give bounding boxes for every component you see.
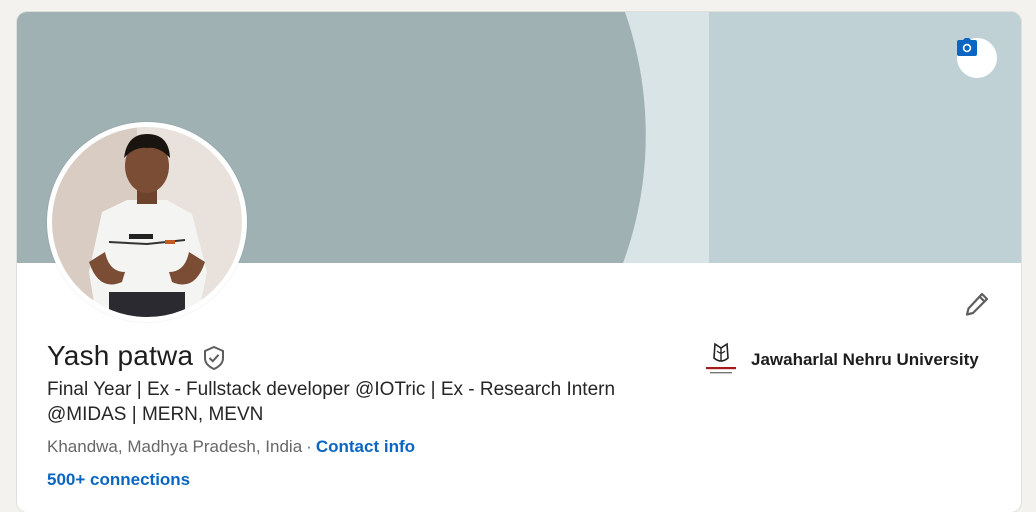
jnu-logo (701, 340, 741, 380)
edit-intro-button[interactable] (957, 284, 997, 324)
location-row: Khandwa, Madhya Pradesh, India · Contact i… (47, 437, 415, 457)
name-row: Yash patwa (47, 340, 226, 372)
shield-check-icon[interactable] (202, 345, 226, 371)
profile-headline: Final Year | Ex - Fullstack developer @I… (47, 379, 616, 425)
education-entry[interactable]: Jawaharlal Nehru University (701, 340, 979, 380)
profile-photo[interactable] (47, 122, 247, 322)
profile-location: Khandwa, Madhya Pradesh, India (47, 437, 303, 456)
edit-banner-button[interactable] (957, 38, 997, 78)
pencil-icon (964, 291, 990, 317)
connections-link[interactable]: 500+ connections (47, 470, 190, 490)
location-separator: · (306, 437, 312, 456)
profile-name: Yash patwa (47, 340, 194, 371)
contact-info-link[interactable]: Contact info (316, 437, 415, 456)
avatar-image (48, 123, 246, 321)
school-name: Jawaharlal Nehru University (751, 350, 979, 369)
profile-card: Yash patwa Final Year | Ex - Fullstack d… (17, 12, 1021, 512)
